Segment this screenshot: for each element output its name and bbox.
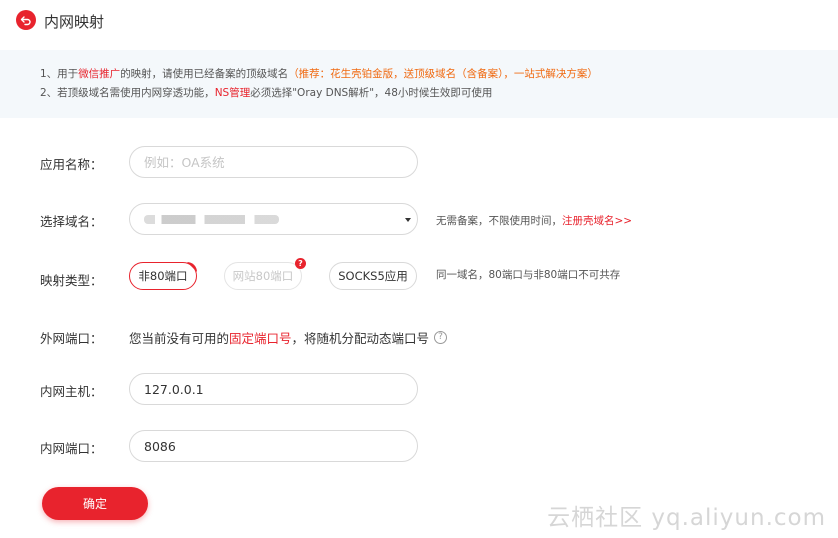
domain-label: 选择域名： bbox=[40, 214, 103, 229]
watermark: 云栖社区 yq.aliyun.com bbox=[547, 505, 826, 531]
map-type-web80-button[interactable]: 网站80端口 ? bbox=[224, 258, 306, 290]
notice-panel: 1、用于微信推广的映射，请使用已经备案的顶级域名（推荐：花生壳铂金版，送顶级域名… bbox=[0, 50, 838, 118]
option-label: SOCKS5应用 bbox=[338, 269, 408, 283]
port-info-text: 您当前没有可用的 bbox=[129, 331, 230, 346]
internal-host-label: 内网主机： bbox=[40, 384, 103, 399]
notice-text: 的映射，请使用已经备案的顶级域名 bbox=[120, 68, 289, 80]
domain-value-redacted bbox=[144, 214, 279, 224]
map-type-socks5-button[interactable]: SOCKS5应用 bbox=[329, 262, 417, 290]
selected-check-icon bbox=[187, 262, 197, 272]
map-type-non80-button[interactable]: 非80端口 bbox=[129, 262, 197, 290]
app-name-row: 应用名称： bbox=[0, 146, 838, 180]
map-type-hint: 同一域名，80端口与非80端口不可共存 bbox=[436, 269, 621, 281]
domain-hint-text: 无需备案，不限使用时间， bbox=[436, 215, 562, 227]
internal-port-row: 内网端口： bbox=[0, 430, 838, 464]
external-port-row: 外网端口： 您当前没有可用的 固定端口号 ，将随机分配动态端口号 ? bbox=[0, 320, 838, 354]
internal-host-input[interactable] bbox=[129, 373, 418, 405]
option-label: 网站80端口 bbox=[232, 269, 294, 283]
app-name-label: 应用名称： bbox=[40, 157, 103, 172]
notice-text: 必须选择"Oray DNS解析"，48小时候生效即可使用 bbox=[250, 87, 493, 99]
domain-row: 选择域名： 无需备案，不限使用时间，注册壳域名>> bbox=[0, 203, 838, 237]
external-port-info: 您当前没有可用的 固定端口号 ，将随机分配动态端口号 ? bbox=[129, 328, 448, 347]
help-icon[interactable]: ? bbox=[434, 331, 448, 344]
internal-port-input[interactable] bbox=[129, 430, 418, 462]
wechat-promo-link[interactable]: 微信推广 bbox=[78, 68, 120, 80]
port-info-text: ，将随机分配动态端口号 bbox=[291, 331, 430, 346]
recommend-link[interactable]: （推荐：花生壳铂金版，送顶级域名（含备案），一站式解决方案） bbox=[288, 68, 598, 80]
domain-hint: 无需备案，不限使用时间，注册壳域名>> bbox=[436, 213, 632, 228]
option-label: 非80端口 bbox=[138, 269, 188, 283]
domain-select[interactable] bbox=[129, 203, 418, 235]
notice-text: 2、若顶级域名需使用内网穿透功能， bbox=[40, 87, 215, 99]
info-badge-icon[interactable]: ? bbox=[295, 258, 306, 269]
notice-line-2: 2、若顶级域名需使用内网穿透功能，NS管理必须选择"Oray DNS解析"，48… bbox=[40, 84, 838, 103]
ns-manage-link[interactable]: NS管理 bbox=[215, 87, 251, 99]
notice-text: 1、用于 bbox=[40, 68, 79, 80]
external-port-label: 外网端口： bbox=[40, 331, 103, 346]
internal-host-row: 内网主机： bbox=[0, 373, 838, 407]
app-name-input[interactable] bbox=[129, 146, 418, 178]
page-title: 内网映射 bbox=[44, 13, 105, 31]
back-arrow-icon bbox=[20, 16, 31, 26]
notice-line-1: 1、用于微信推广的映射，请使用已经备案的顶级域名（推荐：花生壳铂金版，送顶级域名… bbox=[40, 65, 838, 84]
page-header: 内网映射 bbox=[0, 0, 838, 42]
confirm-button[interactable]: 确定 bbox=[42, 487, 148, 520]
internal-port-label: 内网端口： bbox=[40, 441, 103, 456]
back-button[interactable] bbox=[16, 10, 36, 30]
map-type-row: 映射类型： 非80端口 网站80端口 ? SOCKS5应用 同一域名，80端口与… bbox=[0, 258, 838, 296]
map-type-label: 映射类型： bbox=[40, 273, 103, 288]
register-domain-link[interactable]: 注册壳域名>> bbox=[562, 215, 632, 227]
fixed-port-link[interactable]: 固定端口号 bbox=[229, 328, 292, 347]
caret-down-icon bbox=[405, 218, 411, 222]
